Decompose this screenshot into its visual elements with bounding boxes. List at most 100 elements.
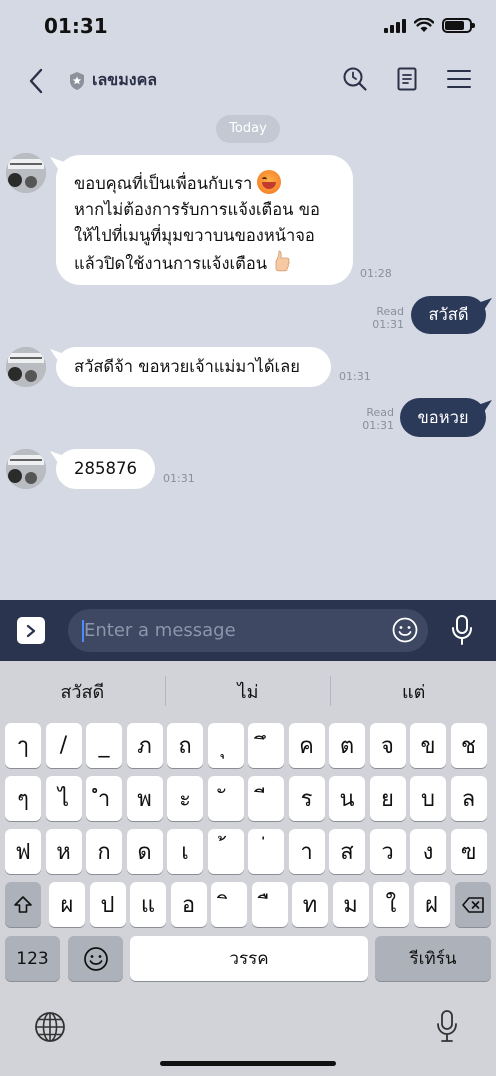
letter-key[interactable]: ึ xyxy=(248,723,284,768)
avatar-image xyxy=(6,153,46,193)
letter-key[interactable]: ่ xyxy=(248,829,284,874)
letter-key[interactable]: ๆ xyxy=(5,776,41,821)
status-time: 01:31 xyxy=(44,14,108,38)
letter-key[interactable]: ข xyxy=(410,723,446,768)
letter-key[interactable]: ผ xyxy=(49,882,85,927)
letter-key[interactable]: ล xyxy=(450,776,487,821)
suggestion-item[interactable]: แต่ xyxy=(331,677,496,706)
message-line: ขอบคุณที่เป็นเพื่อนกับเรา xyxy=(74,170,335,197)
letter-key[interactable]: ๅ xyxy=(5,723,41,768)
message-bubble-outgoing[interactable]: สวัสดี xyxy=(411,296,486,334)
letter-key[interactable]: ต xyxy=(329,723,365,768)
message-line: หากไม่ต้องการรับการแจ้งเตือน ขอ xyxy=(74,200,320,219)
verified-shield-icon xyxy=(70,71,84,90)
back-button[interactable] xyxy=(24,66,50,96)
emoji-key[interactable] xyxy=(68,936,123,981)
message-time: 01:31 xyxy=(372,318,404,331)
menu-icon[interactable] xyxy=(446,66,472,92)
return-key[interactable]: รีเทิร์น xyxy=(375,936,491,981)
globe-icon[interactable] xyxy=(34,1011,66,1043)
letter-key[interactable]: ก xyxy=(86,829,122,874)
chat-title[interactable]: เลขมงคล xyxy=(68,68,157,93)
numbers-key[interactable]: 123 xyxy=(5,936,60,981)
header-actions xyxy=(342,66,472,92)
letter-key[interactable]: น xyxy=(329,776,365,821)
letter-key[interactable]: ป xyxy=(89,882,126,927)
letter-key[interactable]: ห xyxy=(45,829,82,874)
letter-key[interactable]: ั xyxy=(207,776,244,821)
letter-key[interactable]: ใ xyxy=(373,882,409,927)
letter-key[interactable]: ม xyxy=(332,882,369,927)
expand-button[interactable] xyxy=(17,617,45,644)
letter-key[interactable]: พ xyxy=(126,776,163,821)
message-input[interactable] xyxy=(84,609,384,652)
letter-key[interactable]: ฃ xyxy=(450,829,487,874)
letter-key[interactable]: ท xyxy=(292,882,328,927)
keyboard: สวัสดี ไม่ แต่ ๅ/_ภถุึคตจขชๆไำพะัีรนยบลฟ… xyxy=(0,661,496,1076)
letter-key[interactable]: อ xyxy=(170,882,207,927)
message-input-container xyxy=(68,609,428,652)
letter-key[interactable]: ี xyxy=(248,776,284,821)
letter-key[interactable]: ร xyxy=(288,776,325,821)
emoji-icon[interactable] xyxy=(392,617,418,643)
letter-key[interactable]: ุ xyxy=(207,723,244,768)
notes-icon[interactable] xyxy=(394,66,420,92)
message-time: 01:28 xyxy=(360,267,392,280)
space-key[interactable]: วรรค xyxy=(130,936,368,981)
letter-key[interactable]: ง xyxy=(410,829,446,874)
wifi-icon xyxy=(414,18,434,32)
letter-key[interactable]: _ xyxy=(86,723,122,768)
suggestion-item[interactable]: ไม่ xyxy=(166,677,331,706)
letter-key[interactable]: จ xyxy=(369,723,406,768)
letter-key[interactable]: ส xyxy=(329,829,365,874)
microphone-icon[interactable] xyxy=(450,614,474,646)
letter-key[interactable]: ช xyxy=(450,723,487,768)
letter-key[interactable]: ้ xyxy=(207,829,244,874)
read-label: Read xyxy=(376,305,404,318)
avatar[interactable] xyxy=(6,347,46,387)
letter-key[interactable]: เ xyxy=(167,829,203,874)
letter-key[interactable]: ำ xyxy=(86,776,122,821)
message-time: 01:31 xyxy=(339,370,371,383)
battery-icon xyxy=(442,18,475,33)
letter-key[interactable]: ื xyxy=(251,882,288,927)
dictation-mic-icon[interactable] xyxy=(436,1009,458,1043)
emoji-keyboard-icon xyxy=(83,946,108,971)
chat-title-text: เลขมงคล xyxy=(92,70,158,89)
letter-key[interactable]: ค xyxy=(288,723,325,768)
suggestion-bar: สวัสดี ไม่ แต่ xyxy=(0,661,496,721)
message-time: 01:31 xyxy=(163,472,195,485)
message-bubble-incoming[interactable]: ขอบคุณที่เป็นเพื่อนกับเรา หากไม่ต้องการร… xyxy=(56,155,353,285)
avatar[interactable] xyxy=(6,153,46,193)
letter-key[interactable]: ภ xyxy=(126,723,163,768)
avatar[interactable] xyxy=(6,449,46,489)
search-icon[interactable] xyxy=(342,66,368,92)
avatar-image xyxy=(6,347,46,387)
letter-key[interactable]: ว xyxy=(369,829,406,874)
letter-key[interactable]: ฟ xyxy=(5,829,41,874)
message-bubble-outgoing[interactable]: ขอหวย xyxy=(400,398,486,437)
letter-key[interactable]: ฝ xyxy=(413,882,450,927)
shift-key[interactable] xyxy=(5,882,41,927)
backspace-icon xyxy=(462,896,484,913)
letter-key[interactable]: ด xyxy=(126,829,163,874)
letter-key[interactable]: ะ xyxy=(167,776,203,821)
letter-key[interactable]: ย xyxy=(369,776,406,821)
message-line: แล้วปิดใช้งานการแจ้งเตือน xyxy=(74,249,335,277)
letter-key[interactable]: ิ xyxy=(211,882,247,927)
suggestion-item[interactable]: สวัสดี xyxy=(0,677,165,706)
message-time: 01:31 xyxy=(362,419,394,432)
letter-key[interactable]: ไ xyxy=(45,776,82,821)
letter-key[interactable]: / xyxy=(45,723,82,768)
message-line: ให้ไปที่เมนูที่มุมขวาบนของหน้าจอ xyxy=(74,226,315,245)
message-read-status: Read 01:31 xyxy=(362,305,404,331)
message-bubble-incoming[interactable]: สวัสดีจ้า ขอหวยเจ้าแม่มาได้เลย xyxy=(56,347,331,387)
grinning-face-icon xyxy=(257,170,282,194)
letter-key[interactable]: บ xyxy=(410,776,446,821)
letter-key[interactable]: แ xyxy=(130,882,166,927)
thumbs-up-icon xyxy=(275,250,290,272)
letter-key[interactable]: ถ xyxy=(167,723,203,768)
backspace-key[interactable] xyxy=(455,882,491,927)
message-bubble-incoming[interactable]: 285876 xyxy=(56,449,155,489)
letter-key[interactable]: า xyxy=(288,829,325,874)
